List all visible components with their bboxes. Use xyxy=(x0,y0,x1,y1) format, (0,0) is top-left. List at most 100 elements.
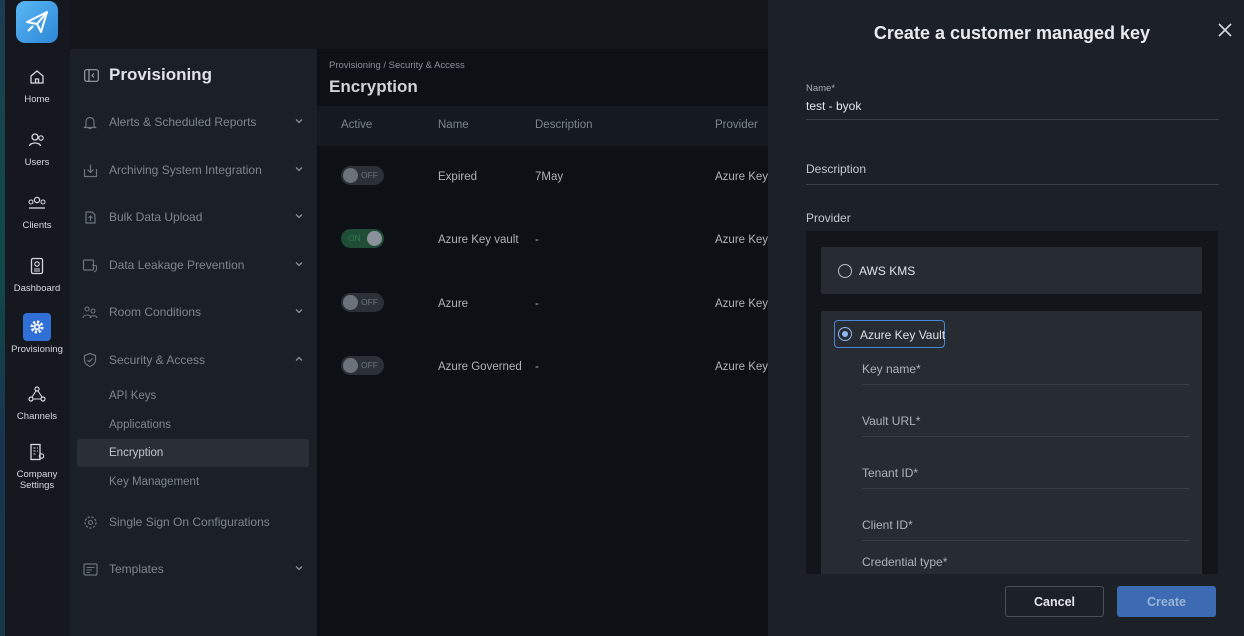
nav-sub-label: Applications xyxy=(109,419,172,431)
users-icon xyxy=(23,126,51,154)
toggle-state: OFF xyxy=(361,297,378,307)
chevron-down-icon[interactable] xyxy=(294,210,304,224)
nav-section-dlp[interactable]: Data Leakage Prevention xyxy=(80,250,310,280)
radio-azure-key-vault[interactable] xyxy=(838,327,852,341)
option-label: Azure Key Vault xyxy=(860,328,946,342)
credential-type-field[interactable]: Credential type* xyxy=(862,555,947,569)
nav-sub-api-keys[interactable]: API Keys xyxy=(77,382,309,410)
create-key-panel: Create a customer managed key Name* test… xyxy=(768,0,1244,636)
app-logo[interactable] xyxy=(16,1,58,43)
rail-item-users[interactable]: Users xyxy=(5,126,69,168)
column-header-description[interactable]: Description xyxy=(535,119,593,131)
column-header-provider[interactable]: Provider xyxy=(715,119,758,131)
nav-section-label: Room Conditions xyxy=(109,305,202,319)
nav-sub-label: API Keys xyxy=(109,390,157,402)
field-underline xyxy=(862,436,1189,437)
row-description: - xyxy=(535,298,539,310)
nav-sub-applications[interactable]: Applications xyxy=(77,411,309,439)
chevron-down-icon[interactable] xyxy=(294,163,304,177)
row-provider: Azure Key xyxy=(715,298,769,310)
nav-sub-key-management[interactable]: Key Management xyxy=(77,468,309,496)
description-underline xyxy=(806,184,1219,185)
nav-sub-label: Encryption xyxy=(109,447,164,459)
nav-section-archiving[interactable]: Archiving System Integration xyxy=(80,155,310,185)
breadcrumb[interactable]: Provisioning / Security & Access xyxy=(329,60,465,71)
nav-section-sso[interactable]: Single Sign On Configurations xyxy=(80,507,310,537)
nav-sub-label: Key Management xyxy=(109,476,200,488)
chevron-down-icon[interactable] xyxy=(294,305,304,319)
table-row[interactable]: OFF Azure - Azure Key xyxy=(317,273,768,336)
cancel-button[interactable]: Cancel xyxy=(1005,586,1104,617)
name-label: Name* xyxy=(806,83,836,94)
nav-sub-encryption[interactable]: Encryption xyxy=(77,439,309,467)
create-button[interactable]: Create xyxy=(1117,586,1216,617)
tenant-id-field[interactable]: Tenant ID* xyxy=(862,466,918,480)
key-name-field[interactable]: Key name* xyxy=(862,362,921,376)
nav-section-label: Security & Access xyxy=(109,353,206,367)
row-description: - xyxy=(535,361,539,373)
rail-item-clients[interactable]: Clients xyxy=(5,189,69,231)
paper-plane-icon xyxy=(26,11,48,33)
client-id-field[interactable]: Client ID* xyxy=(862,518,913,532)
upload-icon xyxy=(80,210,100,225)
dashboard-icon xyxy=(23,252,51,280)
rail-item-dashboard[interactable]: Dashboard xyxy=(5,252,69,294)
rail-item-home[interactable]: Home xyxy=(5,63,69,105)
column-header-name[interactable]: Name xyxy=(438,119,469,131)
chevron-down-icon[interactable] xyxy=(294,115,304,129)
shield-data-icon xyxy=(80,258,100,273)
active-toggle[interactable]: OFF xyxy=(341,166,384,185)
rail-item-channels[interactable]: Channels xyxy=(5,380,69,422)
app-rail: Home Users Clients Dashboard Provisionin… xyxy=(0,0,70,636)
row-name: Azure Key vault xyxy=(438,234,519,246)
row-name: Expired xyxy=(438,171,477,183)
nav-section-room-conditions[interactable]: Room Conditions xyxy=(80,297,310,327)
column-header-active[interactable]: Active xyxy=(341,119,372,131)
nav-section-security-access[interactable]: Security & Access xyxy=(80,345,310,375)
template-icon xyxy=(80,562,100,576)
nav-section-alerts[interactable]: Alerts & Scheduled Reports xyxy=(80,107,310,137)
nav-section-bulk-upload[interactable]: Bulk Data Upload xyxy=(80,202,310,232)
archive-icon xyxy=(80,163,100,178)
home-icon xyxy=(23,63,51,91)
vault-url-field[interactable]: Vault URL* xyxy=(862,414,920,428)
name-underline xyxy=(806,119,1219,120)
bell-icon xyxy=(80,115,100,130)
row-description: 7May xyxy=(535,171,564,183)
table-row[interactable]: OFF Expired 7May Azure Key xyxy=(317,146,768,209)
rail-label: Users xyxy=(24,157,50,168)
chevron-down-icon[interactable] xyxy=(294,562,304,576)
chevron-up-icon[interactable] xyxy=(294,353,304,367)
nav-title: Provisioning xyxy=(109,65,212,84)
rail-label: Home xyxy=(24,94,50,105)
provider-option-azure[interactable]: Azure Key Vault Key name* Vault URL* Ten… xyxy=(821,311,1202,574)
radio-aws-kms[interactable] xyxy=(838,264,852,278)
active-toggle[interactable]: ON xyxy=(341,229,384,248)
close-icon[interactable] xyxy=(1216,21,1234,39)
clients-icon xyxy=(23,189,51,217)
page-title: Encryption xyxy=(329,77,418,96)
table-row[interactable]: OFF Azure Governed - Azure Key xyxy=(317,336,768,399)
top-bar xyxy=(70,0,768,49)
chevron-down-icon[interactable] xyxy=(294,258,304,272)
channels-icon xyxy=(23,380,51,408)
active-toggle[interactable]: OFF xyxy=(341,293,384,312)
row-provider: Azure Key xyxy=(715,171,769,183)
provider-option-aws[interactable]: AWS KMS xyxy=(821,247,1202,294)
panel-icon[interactable] xyxy=(84,68,99,82)
table-header: Active Name Description Provider xyxy=(317,106,768,146)
rail-item-provisioning[interactable]: Provisioning xyxy=(5,313,69,355)
row-description: - xyxy=(535,234,539,246)
description-field[interactable]: Description xyxy=(806,162,866,176)
rail-label: Provisioning xyxy=(11,344,63,355)
active-toggle[interactable]: OFF xyxy=(341,356,384,375)
room-icon xyxy=(80,305,100,320)
nav-section-label: Templates xyxy=(109,562,164,576)
table-row[interactable]: ON Azure Key vault - Azure Key xyxy=(317,209,768,272)
nav-section-label: Alerts & Scheduled Reports xyxy=(109,115,257,129)
rail-item-company-settings[interactable]: Company Settings xyxy=(5,438,69,491)
provider-label: Provider xyxy=(806,211,851,225)
name-input[interactable]: test - byok xyxy=(806,99,861,113)
building-icon xyxy=(23,438,51,466)
nav-section-templates[interactable]: Templates xyxy=(80,554,310,584)
